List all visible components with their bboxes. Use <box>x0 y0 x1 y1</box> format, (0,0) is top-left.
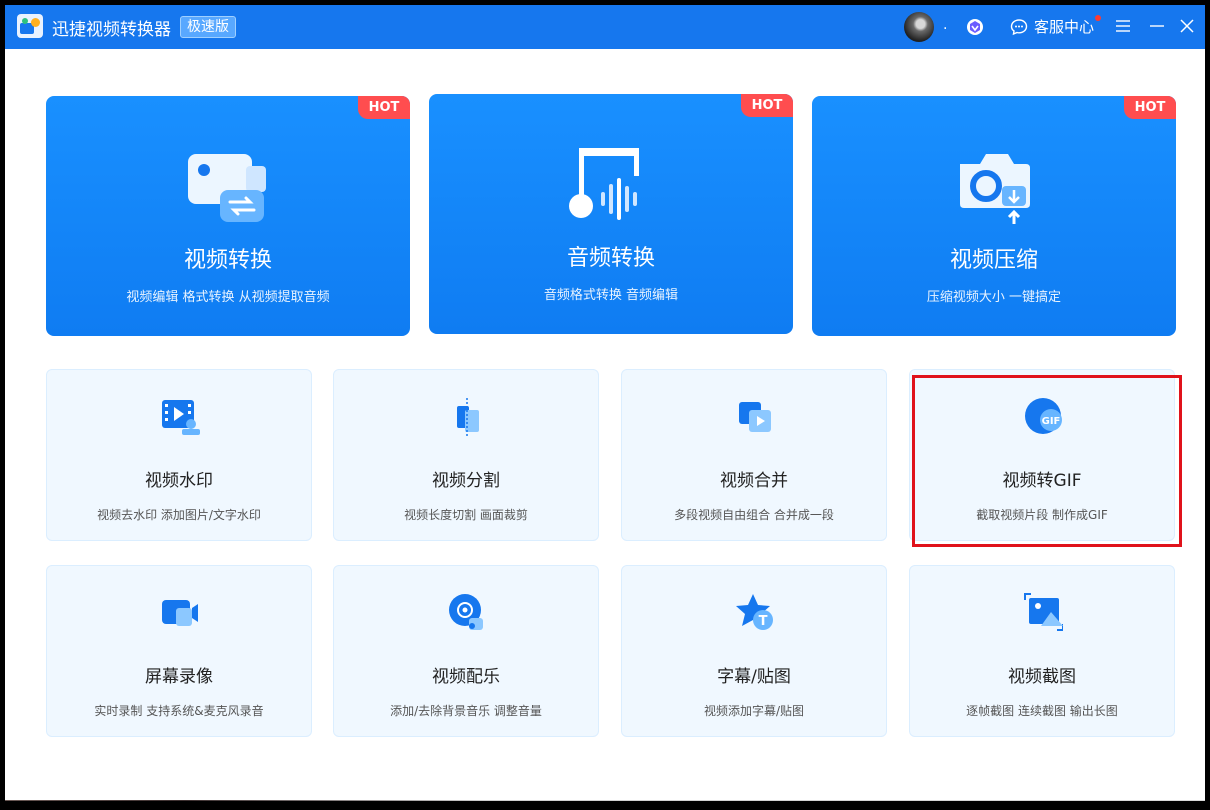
video-compress-icon <box>960 154 1030 224</box>
card-title: 音频转换 <box>566 246 655 271</box>
hot-badge: HOT <box>741 94 793 117</box>
tool-title: 视频合并 <box>720 471 788 491</box>
tool-title: 视频截图 <box>1008 667 1076 687</box>
minimize-icon[interactable] <box>1148 17 1166 35</box>
tool-card-merge[interactable]: 视频合并 多段视频自由组合 合并成一段 <box>621 369 887 541</box>
tool-description: 添加/去除背景音乐 调整音量 <box>390 704 542 718</box>
merge-icon <box>739 402 771 432</box>
tool-card-gif[interactable]: GIF 视频转GIF 截取视频片段 制作成GIF <box>909 369 1175 541</box>
card-description: 压缩视频大小 一键搞定 <box>926 290 1062 305</box>
audio-convert-card[interactable]: HOT 音频转换 音频格式转换 音频编辑 <box>429 94 793 334</box>
app-window: 迅捷视频转换器 极速版 . 客服中心 HOT 视频转换 视频编辑 格式转换 从视… <box>5 5 1205 801</box>
user-avatar[interactable] <box>904 12 934 42</box>
tool-description: 视频长度切割 画面裁剪 <box>404 508 528 522</box>
tool-description: 截取视频片段 制作成GIF <box>976 508 1108 522</box>
tool-description: 视频去水印 添加图片/文字水印 <box>97 508 261 522</box>
gif-icon: GIF <box>1025 398 1062 434</box>
video-convert-card[interactable]: HOT 视频转换 视频编辑 格式转换 从视频提取音频 <box>46 96 410 336</box>
tool-card-watermark[interactable]: 视频水印 视频去水印 添加图片/文字水印 <box>46 369 312 541</box>
app-logo-icon <box>17 14 43 38</box>
tool-title: 视频分割 <box>432 471 500 491</box>
tool-title: 屏幕录像 <box>145 667 213 687</box>
video-convert-icon <box>188 154 266 222</box>
subtitle-icon-label: T <box>759 614 768 629</box>
tool-description: 多段视频自由组合 合并成一段 <box>674 508 834 522</box>
video-compress-card[interactable]: HOT 视频压缩 压缩视频大小 一键搞定 <box>812 96 1176 336</box>
edition-badge: 极速版 <box>180 16 236 38</box>
screen-record-icon <box>162 600 198 626</box>
notification-dot <box>1095 15 1101 21</box>
user-name[interactable]: . <box>943 17 947 33</box>
tool-card-music[interactable]: 视频配乐 添加/去除背景音乐 调整音量 <box>333 565 599 737</box>
watermark-icon <box>162 400 200 435</box>
card-description: 音频格式转换 音频编辑 <box>543 288 679 303</box>
tool-title: 视频转GIF <box>1002 471 1082 491</box>
tool-title: 视频配乐 <box>432 667 500 687</box>
tool-title: 视频水印 <box>145 471 213 491</box>
card-description: 视频编辑 格式转换 从视频提取音频 <box>126 290 330 305</box>
tool-card-screenshot[interactable]: 视频截图 逐帧截图 连续截图 输出长图 <box>909 565 1175 737</box>
tool-title: 字幕/贴图 <box>717 667 791 687</box>
taskbar-strip <box>5 800 1205 801</box>
hot-badge: HOT <box>358 96 410 119</box>
service-center-link[interactable]: 客服中心 <box>1034 16 1094 37</box>
app-title: 迅捷视频转换器 <box>52 20 171 40</box>
music-icon <box>449 594 483 630</box>
vip-icon[interactable] <box>966 18 984 36</box>
card-title: 视频转换 <box>183 248 272 273</box>
service-chat-icon[interactable] <box>1010 18 1028 36</box>
screenshot-icon <box>1024 593 1063 631</box>
tool-card-subtitle[interactable]: T 字幕/贴图 视频添加字幕/贴图 <box>621 565 887 737</box>
card-title: 视频压缩 <box>949 248 1038 273</box>
audio-convert-icon <box>569 148 639 220</box>
subtitle-icon: T <box>736 594 773 630</box>
gif-icon-label: GIF <box>1042 416 1061 427</box>
tool-description: 逐帧截图 连续截图 输出长图 <box>966 704 1118 718</box>
tool-card-split[interactable]: 视频分割 视频长度切割 画面裁剪 <box>333 369 599 541</box>
hot-badge: HOT <box>1124 96 1176 119</box>
title-bar: 迅捷视频转换器 极速版 . 客服中心 <box>5 5 1205 49</box>
tool-card-screen-record[interactable]: 屏幕录像 实时录制 支持系统&麦克风录音 <box>46 565 312 737</box>
tool-description: 实时录制 支持系统&麦克风录音 <box>94 704 264 718</box>
split-icon <box>457 398 479 436</box>
close-icon[interactable] <box>1178 17 1196 35</box>
menu-icon[interactable] <box>1114 17 1132 35</box>
tool-description: 视频添加字幕/贴图 <box>703 704 805 718</box>
